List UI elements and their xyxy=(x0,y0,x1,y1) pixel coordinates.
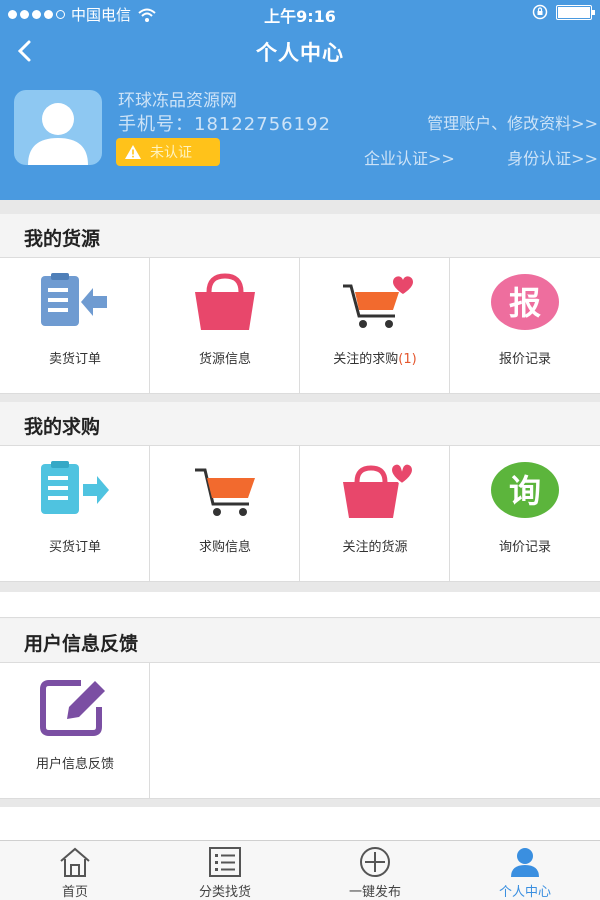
sell-order-label: 卖货订单 xyxy=(48,352,101,367)
inquiry-record-label: 询价记录 xyxy=(498,540,551,555)
user-icon xyxy=(511,848,539,877)
feedback-section-header: 用户信息反馈 xyxy=(0,619,600,663)
battery-icon xyxy=(556,4,595,20)
warning-icon xyxy=(125,145,141,159)
feedback-grid: 用户信息反馈 xyxy=(0,663,600,799)
followed-supply-label: 关注的货源 xyxy=(342,540,408,555)
tab-publish[interactable]: 一键发布 xyxy=(300,841,450,900)
bag-heart-icon xyxy=(343,462,415,518)
divider xyxy=(0,394,600,402)
home-icon xyxy=(60,847,90,877)
tab-profile[interactable]: 个人中心 xyxy=(450,841,600,900)
verify-badge[interactable]: 未认证 xyxy=(116,138,220,166)
purchase-section-header: 我的求购 xyxy=(0,402,600,446)
purchase-info-label: 求购信息 xyxy=(198,540,251,555)
buy-order-icon xyxy=(41,461,109,514)
list-icon xyxy=(209,847,241,877)
svg-text:报: 报 xyxy=(509,284,541,322)
followed-supply-button[interactable]: 关注的货源 xyxy=(300,446,450,581)
divider xyxy=(0,582,600,592)
quote-record-label: 报价记录 xyxy=(498,352,551,367)
tab-category-label: 分类找货 xyxy=(198,885,251,900)
clock: 上午9:16 xyxy=(264,7,336,26)
supply-section-title: 我的货源 xyxy=(24,228,101,250)
quote-icon: 报 xyxy=(491,274,559,330)
spacer xyxy=(0,807,600,840)
supply-section-header: 我的货源 xyxy=(0,214,600,258)
manage-account-link[interactable]: 管理账户、修改资料>> xyxy=(427,110,598,134)
svg-text:询: 询 xyxy=(509,472,541,510)
user-silhouette-icon xyxy=(28,103,88,165)
sell-order-icon xyxy=(41,273,107,326)
company-name: 环球冻品资源网 xyxy=(118,91,237,111)
feedback-button[interactable]: 用户信息反馈 xyxy=(0,663,150,798)
bag-icon xyxy=(195,273,255,330)
identity-verify-link[interactable]: 身份认证>> xyxy=(507,145,598,169)
feedback-label: 用户信息反馈 xyxy=(35,757,114,772)
tab-publish-label: 一键发布 xyxy=(348,885,401,900)
plus-circle-icon xyxy=(360,847,390,877)
purchase-grid: 买货订单 求购信息 关注的货源 询 询价记录 xyxy=(0,446,600,582)
feedback-section-title: 用户信息反馈 xyxy=(24,633,139,655)
page-title: 个人中心 xyxy=(256,41,344,65)
tab-profile-label: 个人中心 xyxy=(498,885,551,900)
personal-center-page: 中国电信 上午9:16 个人中心 环球冻品资源网 手机号：18122756192… xyxy=(0,0,600,900)
avatar[interactable] xyxy=(14,90,102,165)
inquiry-record-button[interactable]: 询 询价记录 xyxy=(450,446,600,581)
sell-order-button[interactable]: 卖货订单 xyxy=(0,258,150,393)
buy-order-label: 买货订单 xyxy=(48,540,101,555)
followed-purchase-label: 关注的求购(1) xyxy=(333,352,417,367)
phone-number: 手机号：18122756192 xyxy=(118,114,331,135)
lock-rotation-icon xyxy=(532,4,548,20)
inquiry-icon: 询 xyxy=(491,462,559,518)
tab-category[interactable]: 分类找货 xyxy=(150,841,300,900)
empty-cell xyxy=(150,663,600,798)
verify-badge-label: 未认证 xyxy=(150,145,192,161)
supply-info-button[interactable]: 货源信息 xyxy=(150,258,300,393)
supply-grid: 卖货订单 货源信息 关注的求购(1) 报 报价记录 xyxy=(0,258,600,394)
spacer xyxy=(0,592,600,618)
tab-home[interactable]: 首页 xyxy=(0,841,150,900)
supply-info-label: 货源信息 xyxy=(198,352,251,367)
tab-bar: 首页 分类找货 一键发布 个人中心 xyxy=(0,840,600,900)
divider xyxy=(0,200,600,214)
quote-record-button[interactable]: 报 报价记录 xyxy=(450,258,600,393)
nav-bar: 个人中心 xyxy=(0,26,600,78)
cart-icon xyxy=(195,468,255,516)
profile-header: 中国电信 上午9:16 个人中心 环球冻品资源网 手机号：18122756192… xyxy=(0,0,600,200)
cart-heart-icon xyxy=(343,276,413,328)
edit-icon xyxy=(40,680,105,736)
divider xyxy=(0,799,600,807)
purchase-section-title: 我的求购 xyxy=(24,416,101,438)
status-bar: 中国电信 上午9:16 xyxy=(0,0,600,26)
followed-purchase-button[interactable]: 关注的求购(1) xyxy=(300,258,450,393)
followed-purchase-count: (1) xyxy=(398,352,417,367)
purchase-info-button[interactable]: 求购信息 xyxy=(150,446,300,581)
enterprise-verify-link[interactable]: 企业认证>> xyxy=(364,145,455,169)
buy-order-button[interactable]: 买货订单 xyxy=(0,446,150,581)
tab-home-label: 首页 xyxy=(61,885,88,900)
